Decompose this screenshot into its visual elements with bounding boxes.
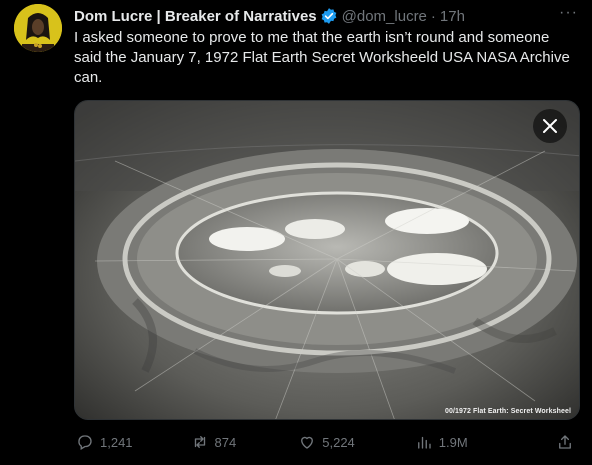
close-icon — [543, 119, 557, 133]
retweet-button[interactable]: 874 — [191, 433, 237, 451]
more-icon[interactable]: ··· — [559, 4, 578, 22]
author-name[interactable]: Dom Lucre | Breaker of Narratives — [74, 8, 317, 25]
tweet-media[interactable]: 00/1972 Flat Earth: Secret Worksheel — [74, 100, 580, 420]
reply-button[interactable]: 1,241 — [76, 433, 133, 451]
reply-count: 1,241 — [100, 434, 133, 450]
separator: · — [430, 7, 436, 25]
close-media-button[interactable] — [533, 109, 567, 143]
tweet[interactable]: Dom Lucre | Breaker of Narratives @dom_l… — [0, 0, 592, 465]
reply-icon — [78, 435, 92, 450]
avatar[interactable] — [14, 4, 62, 52]
author-handle[interactable]: @dom_lucre — [342, 8, 427, 25]
share-icon — [559, 435, 571, 449]
verified-badge-icon — [320, 7, 338, 25]
views-count: 1.9M — [438, 434, 468, 450]
timestamp[interactable]: 17h — [440, 8, 465, 25]
media-image — [75, 101, 579, 419]
like-count: 5,224 — [322, 434, 355, 450]
tweet-text: I asked someone to prove to me that the … — [74, 29, 570, 86]
views-icon — [417, 436, 431, 449]
tweet-header: Dom Lucre | Breaker of Narratives @dom_l… — [74, 4, 578, 26]
share-button[interactable] — [556, 433, 574, 451]
retweet-icon — [194, 436, 205, 448]
like-icon — [301, 436, 314, 449]
retweet-count: 874 — [214, 434, 237, 450]
like-button[interactable]: 5,224 — [298, 433, 355, 451]
tweet-actions: 1,241 874 5,224 1.9M — [74, 430, 580, 454]
views-button[interactable]: 1.9M — [415, 433, 468, 451]
media-caption: 00/1972 Flat Earth: Secret Worksheel — [444, 408, 571, 415]
